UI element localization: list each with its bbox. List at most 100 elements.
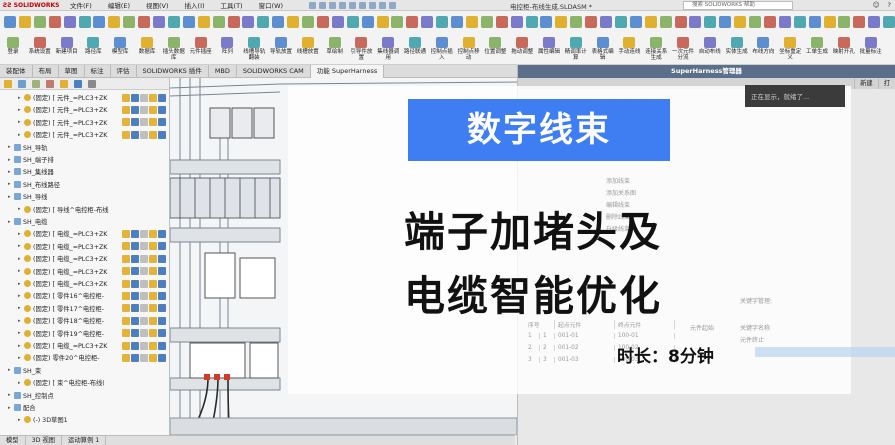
toolbar-tool-icon[interactable] (540, 16, 553, 28)
options-gear-icon[interactable] (389, 1, 397, 9)
toolbar-tool-icon[interactable] (48, 16, 61, 28)
cam-icon[interactable] (74, 80, 82, 88)
command-button[interactable]: 手动连线 (618, 37, 640, 55)
command-tab[interactable]: 布局 (33, 64, 59, 78)
command-button[interactable]: 模型库 (109, 37, 131, 55)
command-button[interactable]: 批量标注 (860, 37, 882, 55)
toolbar-tool-icon[interactable] (614, 16, 627, 28)
toolbar-tool-icon[interactable] (138, 16, 151, 28)
toolbar-tool-icon[interactable] (778, 16, 791, 28)
toolbar-tool-icon[interactable] (4, 16, 16, 28)
tree-item[interactable]: ▸ (固定) [ 电缆_=PLC3+ZK (0, 278, 169, 289)
bottom-tab[interactable]: 模型 (0, 435, 26, 445)
property-icon[interactable] (18, 80, 26, 88)
command-tab[interactable]: MBD (209, 64, 237, 78)
command-tab[interactable]: SOLIDWORKS CAM (237, 64, 311, 78)
tree-item[interactable]: ▸ (固定) [ 零件19^电控柜- (0, 328, 169, 339)
toolbar-tool-icon[interactable] (749, 16, 761, 28)
command-button[interactable]: 工单生成 (806, 37, 828, 55)
command-button[interactable]: 拖动调整 (511, 37, 533, 55)
toolbar-tool-icon[interactable] (361, 16, 374, 28)
toolbar-tool-icon[interactable] (451, 16, 463, 28)
toolbar-tool-icon[interactable] (123, 16, 136, 28)
display-icon[interactable] (60, 80, 68, 88)
command-button[interactable]: 阵列 (216, 37, 238, 55)
toolbar-tool-icon[interactable] (629, 16, 642, 28)
toolbar-tool-icon[interactable] (242, 16, 255, 28)
toolbar-tool-icon[interactable] (510, 16, 523, 28)
toolbar-tool-icon[interactable] (212, 16, 225, 28)
dimxpert-icon[interactable] (46, 80, 54, 88)
toolbar-tool-icon[interactable] (376, 16, 389, 28)
toolbar-tool-icon[interactable] (18, 16, 31, 28)
command-button[interactable]: 导轨放置 (270, 37, 292, 55)
tree-item[interactable]: ▸ SH_端子排 (0, 154, 169, 165)
select-arrow-icon[interactable] (369, 1, 377, 9)
config-icon[interactable] (32, 80, 40, 88)
command-button[interactable]: 集线器调用 (377, 37, 399, 61)
help-menu[interactable]: ? (888, 1, 891, 9)
toolbar-tool-icon[interactable] (734, 16, 747, 28)
toolbar-tool-icon[interactable] (227, 16, 240, 28)
command-button[interactable]: 映射开孔 (833, 37, 855, 55)
toolbar-tool-icon[interactable] (495, 16, 508, 28)
tree-item[interactable]: ▸ (固定) [ 导线^电控柜-布线 (0, 204, 169, 215)
rebuild-icon[interactable] (379, 1, 387, 9)
home-icon[interactable] (309, 1, 317, 9)
toolbar-tool-icon[interactable] (480, 16, 493, 28)
command-button[interactable]: 系统设置 (29, 37, 51, 55)
command-button[interactable]: 引导件放置 (350, 37, 372, 61)
toolbar-tool-icon[interactable] (853, 16, 866, 28)
toolbar-tool-icon[interactable] (78, 16, 91, 28)
command-button[interactable]: 一次元件分流 (672, 37, 694, 61)
command-button[interactable]: 登录 (2, 37, 24, 55)
toolbar-tool-icon[interactable] (153, 16, 165, 28)
menu-item[interactable]: 插入(I) (177, 0, 213, 10)
command-button[interactable]: 新建项目 (56, 37, 78, 55)
command-button[interactable]: 连接关系生成 (645, 37, 667, 61)
help-search-input[interactable]: 搜索 SOLIDWORKS 帮助 (683, 1, 793, 10)
command-tab[interactable]: 标注 (85, 64, 111, 78)
menu-item[interactable]: 文件(F) (62, 0, 100, 10)
toolbar-tool-icon[interactable] (406, 16, 419, 28)
toolbar-tool-icon[interactable] (659, 16, 672, 28)
tree-item[interactable]: ▸ (固定) [ 元件_=PLC3+ZK (0, 104, 169, 115)
toolbar-tool-icon[interactable] (600, 16, 612, 28)
toolbar-tool-icon[interactable] (287, 16, 300, 28)
tree-item[interactable]: ▸ SH_束 (0, 365, 169, 376)
undo-icon[interactable] (359, 1, 367, 9)
toolbar-tool-icon[interactable] (808, 16, 821, 28)
toolbar-tool-icon[interactable] (585, 16, 598, 28)
command-button[interactable]: 控制点插入 (431, 37, 453, 61)
save-icon[interactable] (339, 1, 347, 9)
bottom-tab[interactable]: 3D 视图 (26, 435, 63, 445)
new-file-icon[interactable] (319, 1, 327, 9)
toolbar-tool-icon[interactable] (570, 16, 583, 28)
toolbar-tool-icon[interactable] (823, 16, 836, 28)
print-icon[interactable] (349, 1, 357, 9)
tree-item[interactable]: ▸ (-) 3D草图1 (0, 414, 169, 425)
toolbar-tool-icon[interactable] (331, 16, 344, 28)
command-button[interactable]: 草绘制 (324, 37, 346, 55)
tree-item[interactable]: ▸ SH_电缆 (0, 216, 169, 227)
tree-item[interactable]: ▸ (固定) [ 零件18^电控柜- (0, 315, 169, 326)
toolbar-tool-icon[interactable] (108, 16, 121, 28)
command-button[interactable]: 插头数据库 (163, 37, 185, 61)
tree-item[interactable]: ▸ (固定) [ 电缆_=PLC3+ZK (0, 253, 169, 264)
toolbar-tool-icon[interactable] (93, 16, 106, 28)
tree-item[interactable]: ▸ SH_集线器 (0, 166, 169, 177)
command-button[interactable]: 位置调整 (484, 37, 506, 55)
tree-item[interactable]: ▸ (固定) [ 零件16^电控柜- (0, 290, 169, 301)
command-button[interactable]: 表格式编辑 (592, 37, 614, 61)
tree-item[interactable]: ▸ SH_控制点 (0, 390, 169, 401)
menu-item[interactable]: 编辑(E) (100, 0, 138, 10)
toolbar-tool-icon[interactable] (793, 16, 806, 28)
user-icon[interactable]: ☺ (873, 1, 880, 9)
menu-item[interactable]: 窗口(W) (251, 0, 292, 10)
toolbar-tool-icon[interactable] (719, 16, 732, 28)
toolbar-tool-icon[interactable] (704, 16, 717, 28)
toolbar-tool-icon[interactable] (182, 16, 195, 28)
toolbar-tool-icon[interactable] (436, 16, 449, 28)
command-tab[interactable]: 草图 (59, 64, 85, 78)
toolbar-tool-icon[interactable] (465, 16, 478, 28)
